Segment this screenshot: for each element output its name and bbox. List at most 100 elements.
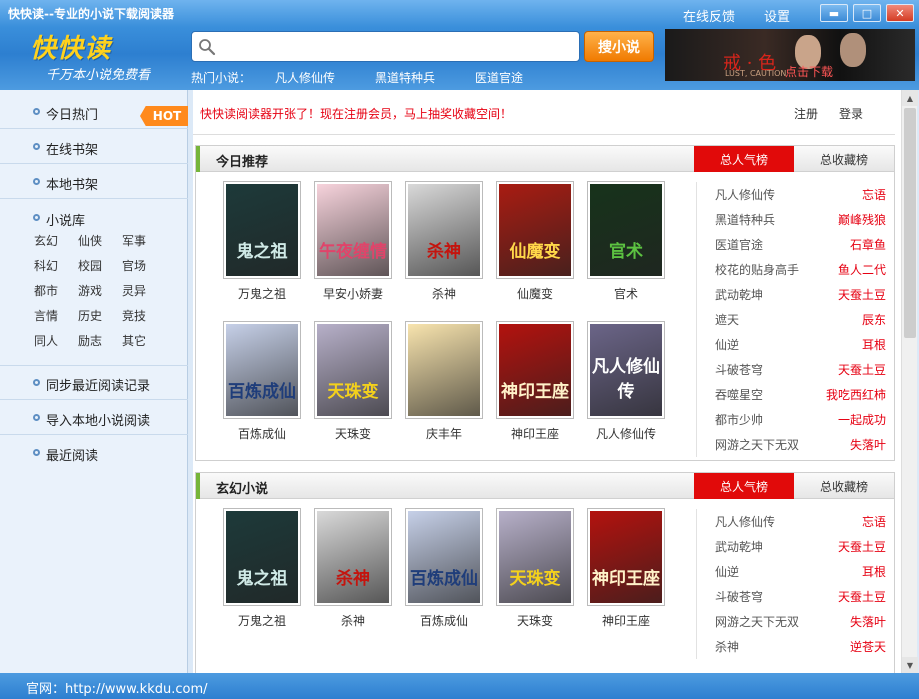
ranking-author[interactable]: 耳根 (862, 336, 886, 353)
sidebar-item-online-shelf[interactable]: 在线书架 (0, 129, 188, 164)
book-title[interactable]: 天珠变 (495, 612, 575, 629)
ranking-book[interactable]: 仙逆 (715, 563, 739, 580)
category-link[interactable]: 历史 (78, 307, 114, 326)
book-card[interactable]: 鬼之祖 万鬼之祖 (222, 181, 302, 302)
ranking-row[interactable]: 武动乾坤 天蚕土豆 (698, 282, 886, 306)
ranking-book[interactable]: 吞噬星空 (715, 386, 763, 403)
book-card[interactable]: 天珠变 天珠变 (313, 321, 393, 442)
ranking-row[interactable]: 斗破苍穹 天蚕土豆 (698, 584, 886, 608)
ranking-author[interactable]: 鱼人二代 (838, 261, 886, 278)
book-cover[interactable]: 神印王座 (496, 321, 574, 419)
book-title[interactable]: 天珠变 (313, 425, 393, 442)
book-card[interactable]: 凡人修仙传 凡人修仙传 (586, 321, 666, 442)
sidebar-item-recent-reading[interactable]: 最近阅读 (0, 435, 188, 470)
book-cover[interactable] (405, 321, 483, 419)
ranking-book[interactable]: 黑道特种兵 (715, 211, 775, 228)
book-cover[interactable]: 百炼成仙 (405, 508, 483, 606)
maximize-button[interactable]: □ (853, 4, 881, 22)
sidebar-item-sync-history[interactable]: 同步最近阅读记录 (0, 365, 188, 400)
ranking-book[interactable]: 都市少帅 (715, 411, 763, 428)
category-link[interactable]: 言情 (34, 307, 70, 326)
scroll-up-icon[interactable]: ▲ (902, 90, 918, 106)
book-card[interactable]: 官术 官术 (586, 181, 666, 302)
scroll-thumb[interactable] (904, 108, 916, 338)
book-title[interactable]: 早安小娇妻 (313, 285, 393, 302)
ranking-row[interactable]: 凡人修仙传 忘语 (698, 509, 886, 533)
ranking-author[interactable]: 我吃西红柿 (826, 386, 886, 403)
settings-link[interactable]: 设置 (764, 6, 790, 25)
ranking-author[interactable]: 失落叶 (850, 613, 886, 630)
book-card[interactable]: 百炼成仙 百炼成仙 (222, 321, 302, 442)
ranking-author[interactable]: 天蚕土豆 (838, 588, 886, 605)
ranking-book[interactable]: 斗破苍穹 (715, 588, 763, 605)
register-link[interactable]: 注册 (794, 105, 818, 122)
ranking-book[interactable]: 武动乾坤 (715, 538, 763, 555)
book-cover[interactable]: 天珠变 (496, 508, 574, 606)
book-title[interactable]: 官术 (586, 285, 666, 302)
ranking-author[interactable]: 天蚕土豆 (838, 361, 886, 378)
tab-popularity[interactable]: 总人气榜 (694, 146, 794, 172)
ranking-author[interactable]: 天蚕土豆 (838, 538, 886, 555)
book-cover[interactable]: 杀神 (405, 181, 483, 279)
ranking-book[interactable]: 网游之天下无双 (715, 613, 799, 630)
ranking-author[interactable]: 忘语 (862, 186, 886, 203)
book-card[interactable]: 午夜缠情 早安小娇妻 (313, 181, 393, 302)
book-card[interactable]: 杀神 杀神 (404, 181, 484, 302)
book-cover[interactable]: 凡人修仙传 (587, 321, 665, 419)
book-card[interactable]: 百炼成仙 百炼成仙 (404, 508, 484, 629)
tab-favorites[interactable]: 总收藏榜 (794, 473, 894, 499)
category-link[interactable]: 校园 (78, 257, 114, 276)
book-cover[interactable]: 百炼成仙 (223, 321, 301, 419)
book-title[interactable]: 万鬼之祖 (222, 285, 302, 302)
category-link[interactable]: 都市 (34, 282, 70, 301)
category-link[interactable]: 游戏 (78, 282, 114, 301)
ranking-book[interactable]: 仙逆 (715, 336, 739, 353)
sidebar-item-library[interactable]: 小说库 (0, 200, 188, 230)
category-link[interactable]: 灵异 (122, 282, 158, 301)
tab-popularity[interactable]: 总人气榜 (694, 473, 794, 499)
book-title[interactable]: 神印王座 (586, 612, 666, 629)
category-link[interactable]: 同人 (34, 332, 70, 351)
book-cover[interactable]: 神印王座 (587, 508, 665, 606)
book-title[interactable]: 庆丰年 (404, 425, 484, 442)
ranking-book[interactable]: 网游之天下无双 (715, 436, 799, 453)
ranking-book[interactable]: 校花的贴身高手 (715, 261, 799, 278)
category-link[interactable]: 励志 (78, 332, 114, 351)
book-title[interactable]: 凡人修仙传 (586, 425, 666, 442)
ranking-book[interactable]: 医道官途 (715, 236, 763, 253)
book-title[interactable]: 万鬼之祖 (222, 612, 302, 629)
book-cover[interactable]: 杀神 (314, 508, 392, 606)
book-card[interactable]: 鬼之祖 万鬼之祖 (222, 508, 302, 629)
hot-novel-link[interactable]: 凡人修仙传 (275, 69, 375, 86)
scroll-down-icon[interactable]: ▼ (902, 657, 918, 673)
ranking-author[interactable]: 一起成功 (838, 411, 886, 428)
search-input[interactable] (222, 36, 572, 58)
ranking-row[interactable]: 仙逆 耳根 (698, 332, 886, 356)
ranking-author[interactable]: 耳根 (862, 563, 886, 580)
book-card[interactable]: 神印王座 神印王座 (495, 321, 575, 442)
book-title[interactable]: 百炼成仙 (404, 612, 484, 629)
ad-banner[interactable]: 戒 · 色 LUST, CAUTION 点击下载 (665, 29, 915, 81)
book-cover[interactable]: 午夜缠情 (314, 181, 392, 279)
ranking-row[interactable]: 网游之天下无双 失落叶 (698, 432, 886, 456)
ranking-author[interactable]: 天蚕土豆 (838, 286, 886, 303)
book-title[interactable]: 杀神 (313, 612, 393, 629)
book-card[interactable]: 天珠变 天珠变 (495, 508, 575, 629)
sidebar-item-today-hot[interactable]: 今日热门 HOT (0, 94, 188, 129)
category-link[interactable]: 其它 (122, 332, 158, 351)
ranking-row[interactable]: 医道官途 石章鱼 (698, 232, 886, 256)
ranking-book[interactable]: 凡人修仙传 (715, 513, 775, 530)
category-link[interactable]: 仙侠 (78, 232, 114, 251)
ranking-author[interactable]: 巅峰残狼 (838, 211, 886, 228)
category-link[interactable]: 军事 (122, 232, 158, 251)
book-cover[interactable]: 官术 (587, 181, 665, 279)
feedback-link[interactable]: 在线反馈 (683, 6, 735, 25)
ranking-author[interactable]: 石章鱼 (850, 236, 886, 253)
ranking-row[interactable]: 吞噬星空 我吃西红柿 (698, 382, 886, 406)
book-cover[interactable]: 鬼之祖 (223, 181, 301, 279)
ranking-author[interactable]: 忘语 (862, 513, 886, 530)
ranking-book[interactable]: 杀神 (715, 638, 739, 655)
book-card[interactable]: 庆丰年 (404, 321, 484, 442)
ranking-author[interactable]: 辰东 (862, 311, 886, 328)
book-title[interactable]: 百炼成仙 (222, 425, 302, 442)
